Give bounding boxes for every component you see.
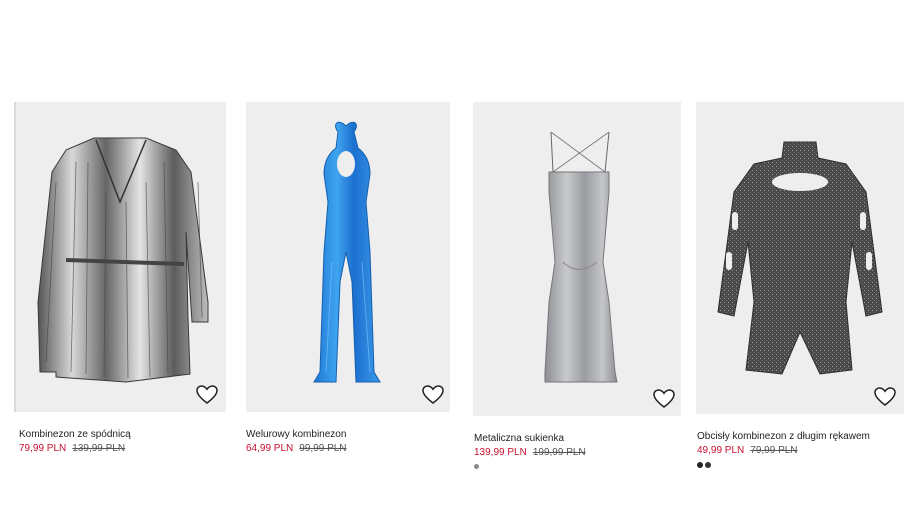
product-name[interactable]: Welurowy kombinezon — [246, 429, 346, 440]
sale-price: 139,99 PLN — [474, 447, 527, 458]
product-image[interactable] — [696, 102, 904, 414]
product-price: 79,99 PLN 139,99 PLN — [19, 443, 125, 454]
heart-icon — [196, 385, 218, 404]
product-image[interactable] — [16, 102, 226, 412]
product-image[interactable] — [473, 102, 681, 416]
original-price: 199,99 PLN — [532, 447, 586, 458]
original-price: 139,99 PLN — [72, 443, 126, 454]
original-price: 99,99 PLN — [299, 443, 347, 454]
product-name[interactable]: Metaliczna sukienka — [474, 433, 564, 444]
favorite-button[interactable] — [874, 387, 896, 407]
product-card[interactable]: Kombinezon ze spódnicą 79,99 PLN 139,99 P… — [16, 102, 226, 462]
product-name[interactable]: Kombinezon ze spódnicą — [19, 429, 131, 440]
product-name[interactable]: Obcisły kombinezon z długim rękawem — [697, 431, 870, 442]
sale-price: 79,99 PLN — [19, 443, 67, 454]
product-price: 64,99 PLN 99,99 PLN — [246, 443, 347, 454]
product-card[interactable]: Welurowy kombinezon 64,99 PLN 99,99 PLN — [246, 102, 450, 462]
favorite-button[interactable] — [422, 385, 444, 405]
product-image[interactable] — [246, 102, 450, 412]
favorite-button[interactable] — [653, 389, 675, 409]
product-price: 49,99 PLN 79,99 PLN — [697, 445, 798, 456]
color-swatch[interactable] — [697, 462, 703, 468]
original-price: 79,99 PLN — [750, 445, 798, 456]
product-card[interactable]: Obcisły kombinezon z długim rękawem 49,9… — [696, 102, 904, 472]
sale-price: 49,99 PLN — [697, 445, 745, 456]
favorite-button[interactable] — [196, 385, 218, 405]
product-card[interactable]: Metaliczna sukienka 139,99 PLN 199,99 PLN — [473, 102, 681, 472]
color-swatch[interactable] — [705, 462, 711, 468]
heart-icon — [874, 387, 896, 406]
heart-icon — [422, 385, 444, 404]
sale-price: 64,99 PLN — [246, 443, 294, 454]
product-price: 139,99 PLN 199,99 PLN — [474, 447, 586, 458]
color-swatch[interactable] — [474, 464, 479, 469]
heart-icon — [653, 389, 675, 408]
